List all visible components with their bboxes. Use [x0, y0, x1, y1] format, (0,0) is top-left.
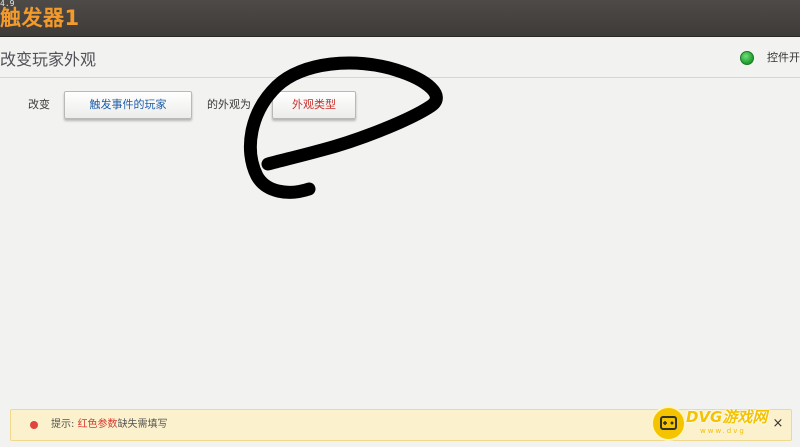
watermark-subtext: www.dvg: [700, 427, 746, 435]
divider: [0, 77, 800, 78]
control-toggle-label: 控件开: [767, 51, 800, 64]
status-dot-icon: [740, 51, 754, 65]
hint-prefix: 提示:: [51, 419, 78, 430]
watermark-logo-icon: [651, 406, 686, 441]
gamepad-icon: [660, 416, 677, 430]
hint-text: 提示: 红色参数缺失需填写: [51, 418, 168, 432]
hint-suffix: 缺失需填写: [117, 419, 168, 430]
trigger-editor-screen: 4.9 触发器1 改变玩家外观 控件开 改变 触发事件的玩家 的外观为 外观类型…: [0, 0, 800, 447]
target-player-button[interactable]: 触发事件的玩家: [64, 91, 192, 119]
section-title: 改变玩家外观: [0, 50, 97, 69]
control-toggle[interactable]: 控件开: [740, 50, 800, 68]
hint-red-params: 红色参数: [77, 419, 118, 430]
warning-dot-icon: [30, 421, 38, 429]
watermark-text: DVG游戏网: [686, 408, 768, 426]
action-prefix-text: 改变: [28, 98, 50, 111]
action-middle-text: 的外观为: [207, 98, 251, 111]
close-hint-button[interactable]: ×: [770, 416, 786, 432]
appearance-type-button[interactable]: 外观类型: [272, 91, 356, 119]
title-bar: 4.9 触发器1: [0, 0, 800, 37]
trigger-title[interactable]: 触发器1: [0, 5, 80, 31]
